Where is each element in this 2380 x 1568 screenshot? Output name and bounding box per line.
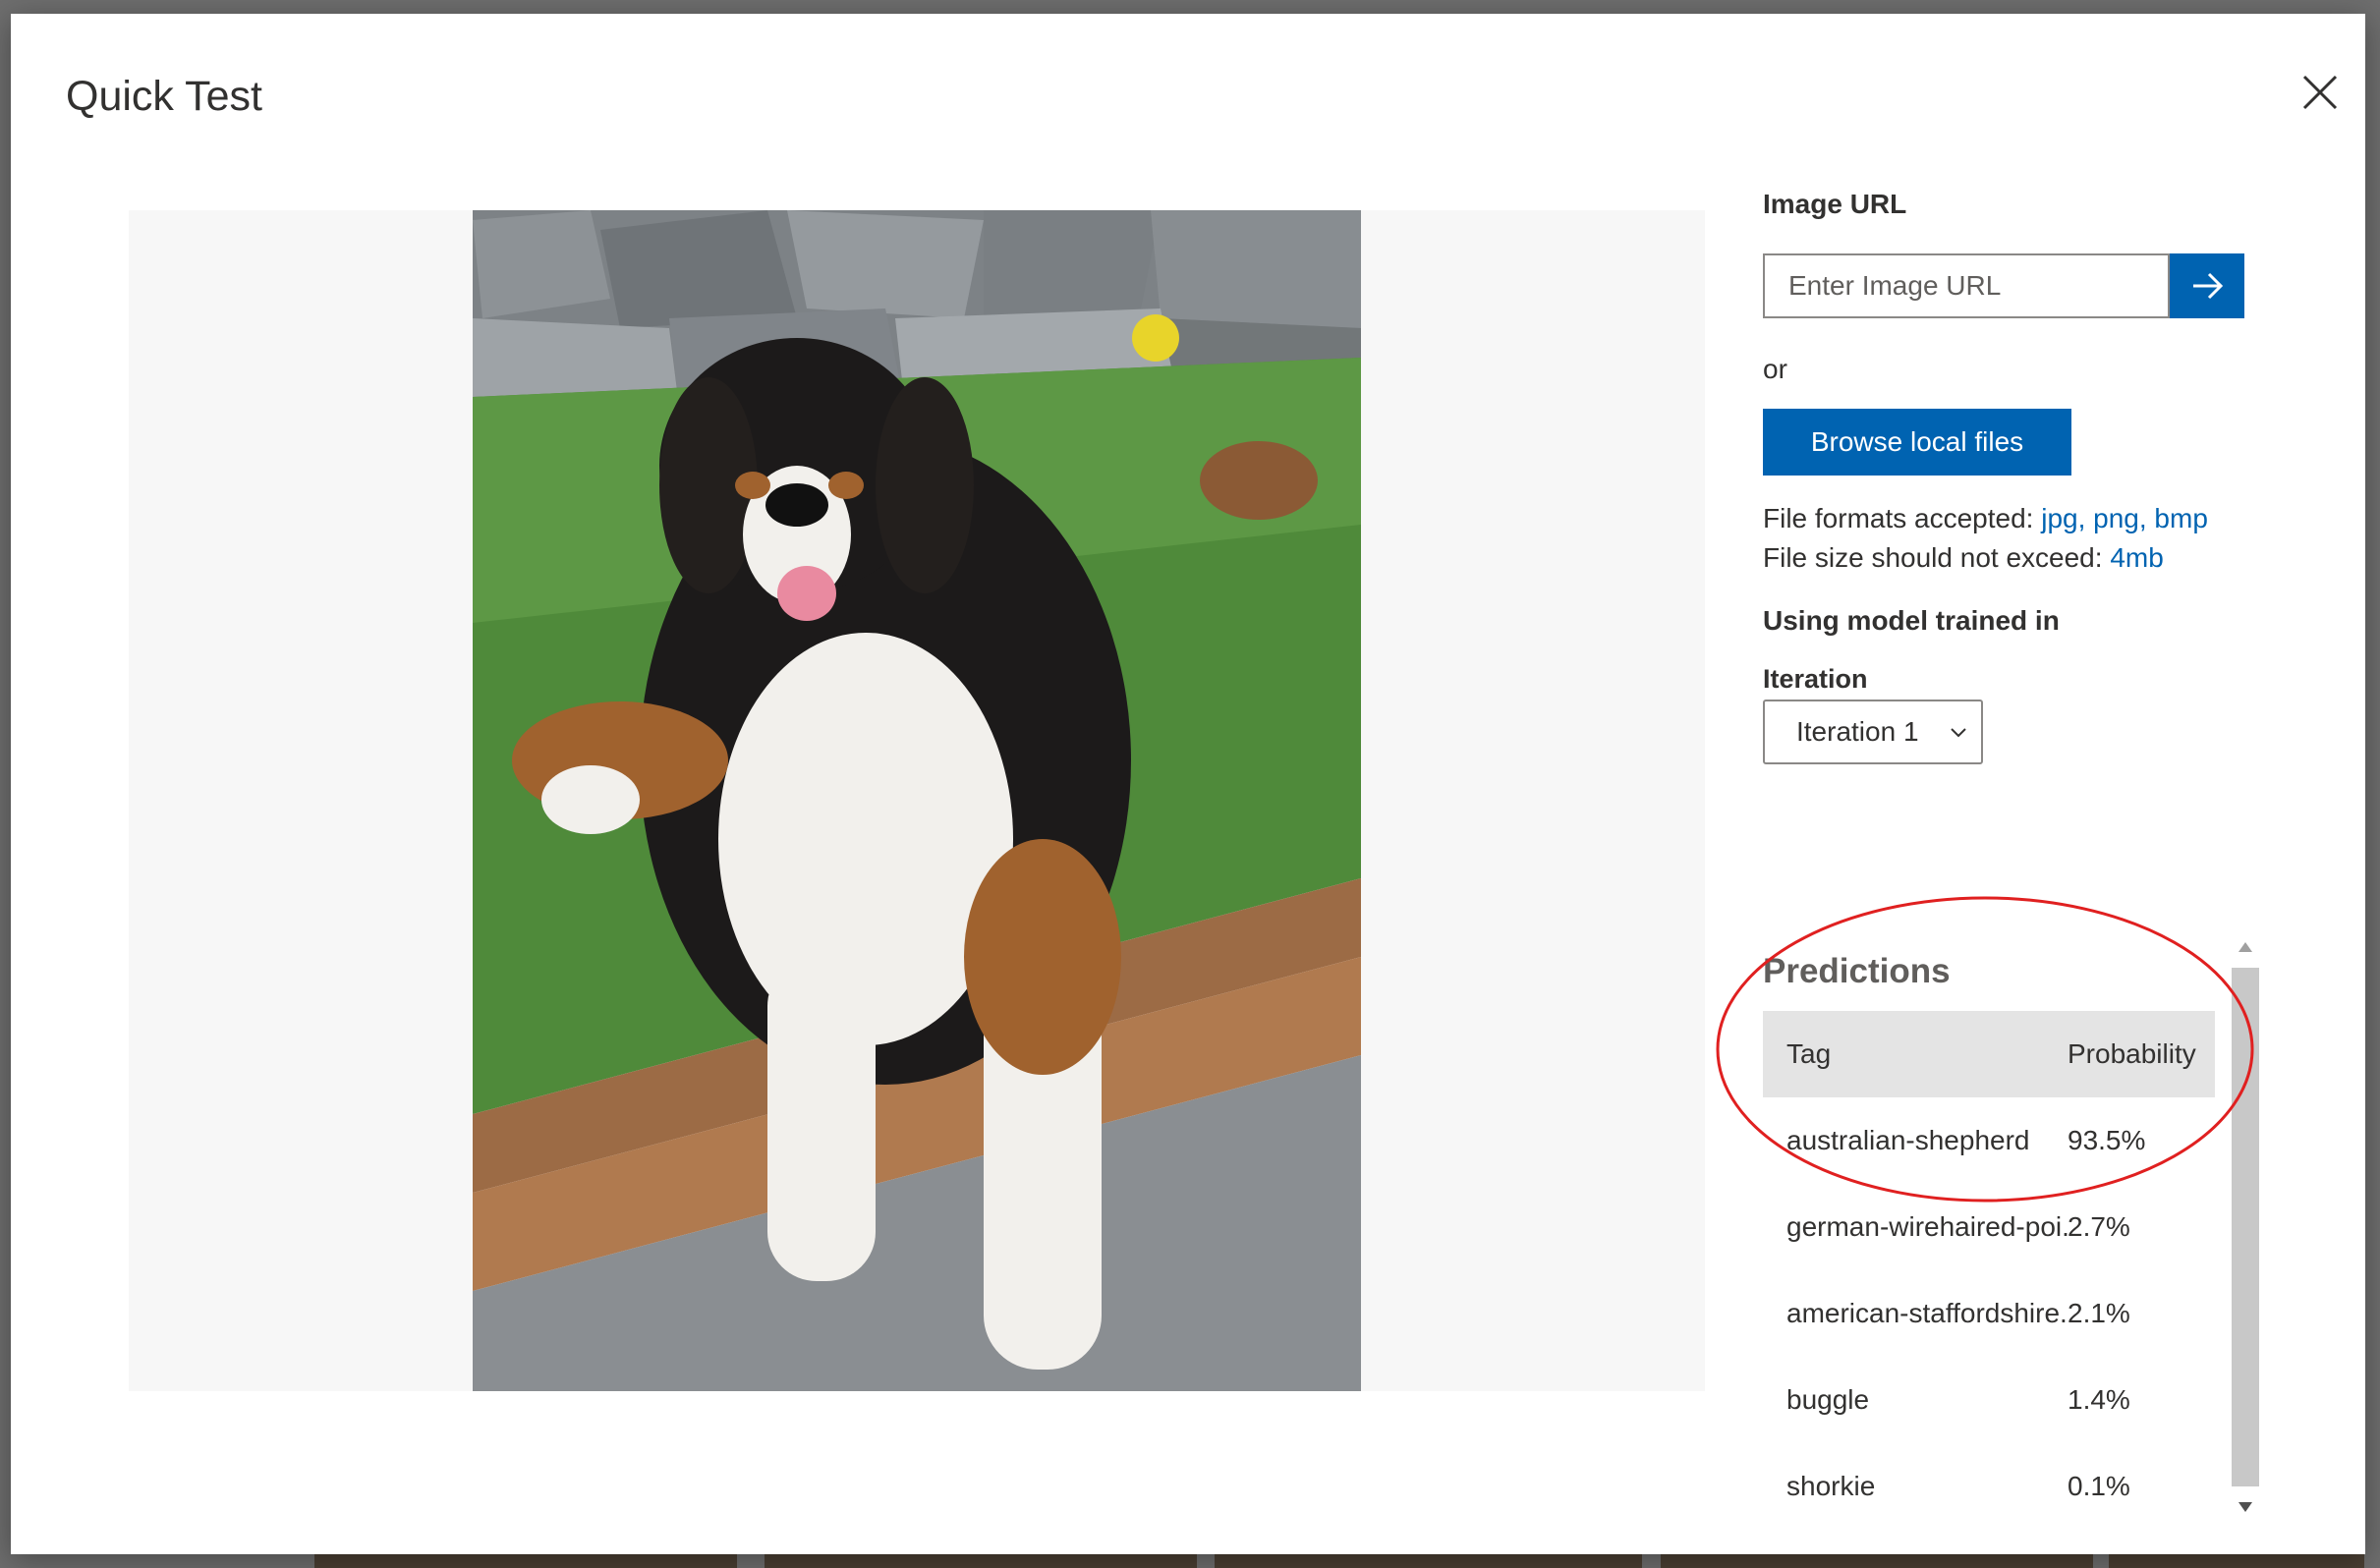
scrollbar-thumb[interactable]: [2232, 968, 2259, 1486]
or-separator: or: [1763, 354, 1787, 384]
triangle-down-icon: [2238, 1502, 2252, 1512]
prediction-tag: american-staffordshire...: [1786, 1298, 2068, 1328]
close-icon: [2302, 75, 2338, 110]
file-size-label: File size should not exceed:: [1763, 542, 2111, 573]
predictions-table: Tag Probability australian-shepherd 93.5…: [1763, 1011, 2215, 1522]
prediction-row: buggle 1.4%: [1763, 1357, 2215, 1443]
browse-local-files-button[interactable]: Browse local files: [1763, 409, 2071, 476]
prediction-row: german-wirehaired-poi... 2.7%: [1763, 1184, 2215, 1270]
column-header-probability: Probability: [2068, 1038, 2196, 1069]
prediction-probability: 2.7%: [2068, 1211, 2130, 1242]
prediction-tag: buggle: [1786, 1384, 1870, 1415]
prediction-row: shorkie 0.1%: [1763, 1443, 2215, 1522]
scroll-down-button[interactable]: [2232, 1492, 2259, 1522]
submit-url-button[interactable]: [2170, 253, 2244, 318]
prediction-row: australian-shepherd 93.5%: [1763, 1097, 2215, 1184]
file-size-info: File size should not exceed: 4mb: [1763, 542, 2164, 574]
model-label: Using model trained in: [1763, 605, 2060, 636]
predictions-table-header: Tag Probability: [1763, 1011, 2215, 1097]
close-button[interactable]: [2291, 63, 2350, 122]
predictions-scrollbar[interactable]: [2228, 932, 2259, 1522]
image-url-label: Image URL: [1763, 189, 1907, 219]
prediction-probability: 2.1%: [2068, 1298, 2130, 1328]
prediction-tag: australian-shepherd: [1786, 1125, 2030, 1155]
predictions-panel: Predictions Tag Probability australian-s…: [1763, 932, 2259, 1522]
file-formats-label: File formats accepted:: [1763, 503, 2042, 533]
image-url-input[interactable]: [1763, 253, 2170, 318]
column-header-tag: Tag: [1786, 1038, 1832, 1069]
prediction-tag: shorkie: [1786, 1471, 1876, 1501]
chevron-down-icon: [1951, 728, 1966, 738]
arrow-right-icon: [2193, 272, 2224, 300]
file-formats-value: jpg, png, bmp: [2041, 503, 2208, 533]
prediction-probability: 1.4%: [2068, 1384, 2130, 1415]
file-size-value: 4mb: [2110, 542, 2164, 573]
prediction-tag: german-wirehaired-poi...: [1786, 1211, 2068, 1242]
file-formats-info: File formats accepted: jpg, png, bmp: [1763, 503, 2208, 534]
quick-test-dialog: Quick Test Image URL Enter Image URL or …: [11, 14, 2365, 1554]
dialog-title: Quick Test: [66, 73, 262, 120]
predictions-title: Predictions: [1763, 952, 1951, 990]
dog-photo: [473, 210, 1361, 1391]
image-preview-area: [129, 210, 1705, 1391]
triangle-up-icon: [2238, 942, 2252, 952]
iteration-selected-value: Iteration 1: [1796, 716, 1919, 747]
iteration-label: Iteration: [1763, 664, 1868, 694]
preview-image: [473, 210, 1361, 1391]
scroll-up-button[interactable]: [2232, 932, 2259, 962]
prediction-probability: 0.1%: [2068, 1471, 2130, 1501]
prediction-probability: 93.5%: [2068, 1125, 2146, 1155]
iteration-dropdown[interactable]: Iteration 1: [1763, 700, 1983, 764]
prediction-row: american-staffordshire... 2.1%: [1763, 1270, 2215, 1357]
